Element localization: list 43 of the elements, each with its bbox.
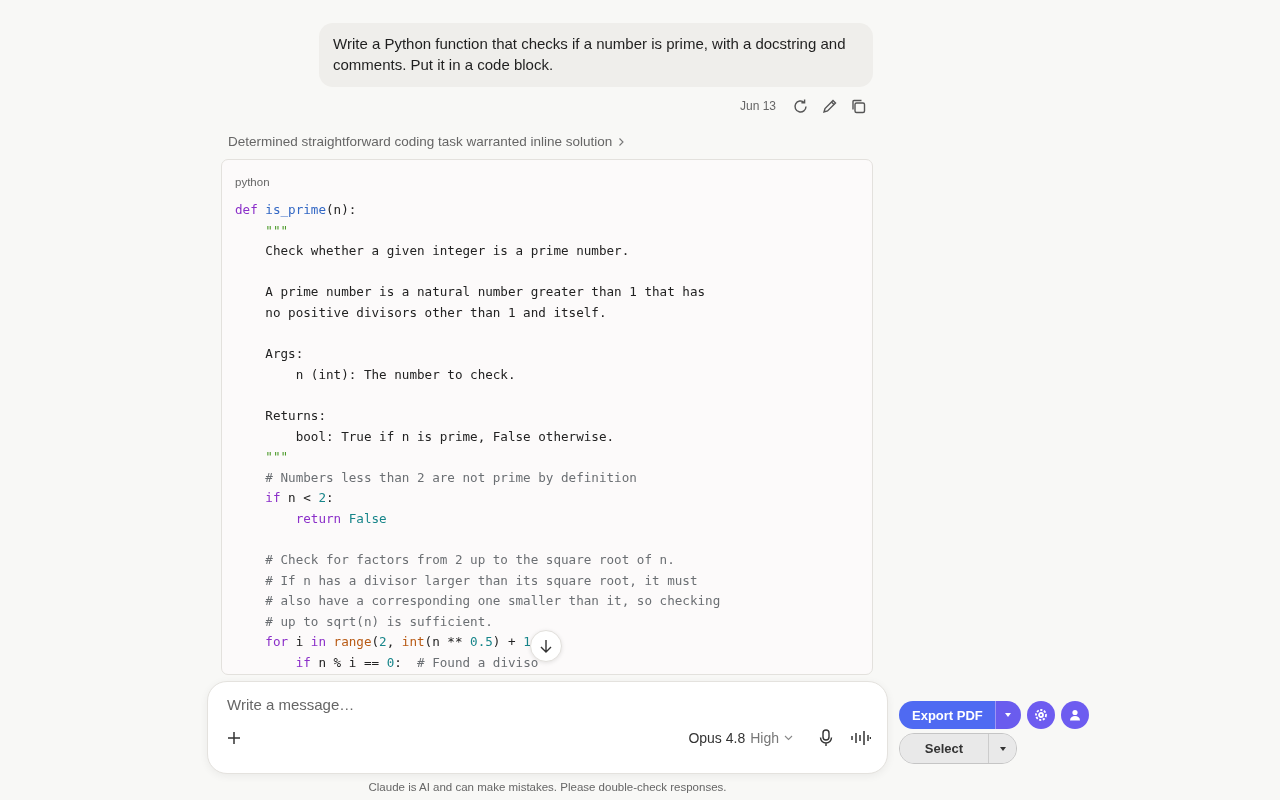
settings-button[interactable]: [1026, 701, 1055, 729]
voice-icon[interactable]: [851, 730, 871, 746]
microphone-icon[interactable]: [819, 729, 833, 747]
code-line: """: [264, 222, 289, 238]
code-line: if n < 2:: [264, 490, 334, 506]
retry-icon[interactable]: [792, 97, 809, 115]
arrow-down-icon: [540, 639, 552, 653]
code-line: # also have a corresponding one smaller than it, so checking: [264, 593, 721, 609]
thinking-summary[interactable]: Determined straightforward coding task warranted inline solution: [228, 134, 625, 149]
code-line: Returns:: [264, 407, 326, 423]
code-line: bool: True if n is prime, False otherwise.: [294, 428, 615, 444]
code-line: # up to sqrt(n) is sufficient.: [264, 613, 493, 629]
code-line: # Check for factors from 2 up to the square root of n.: [264, 552, 675, 568]
edit-icon[interactable]: [821, 97, 838, 115]
disclaimer-text: Claude is AI and can make mistakes. Please double-check responses.: [368, 781, 727, 793]
model-selector[interactable]: Opus 4.8 High: [688, 730, 793, 746]
code-line: if n % i == 0: # Found a diviso: [294, 655, 539, 671]
message-date: Jun 13: [739, 99, 776, 113]
chevron-right-icon: [619, 137, 625, 146]
code-line: n (int): The number to check.: [294, 366, 516, 382]
copy-icon[interactable]: [850, 97, 867, 115]
code-line: for i in range(2, int(n ** 0.5) + 1: [264, 634, 531, 650]
caret-icon: [1005, 713, 1012, 717]
chevron-down-icon: [784, 735, 793, 741]
code-line: # Numbers less than 2 are not prime by definition: [264, 469, 637, 485]
code-line: A prime number is a natural number greater than 1 that has: [264, 284, 706, 300]
code-line: no positive divisors other than 1 and itself.: [264, 304, 607, 320]
code-line: # If n has a divisor larger than its square root, it must: [264, 572, 698, 588]
export-pdf-button[interactable]: Export PDF: [899, 701, 995, 729]
add-icon[interactable]: [227, 731, 241, 745]
code-language: python: [235, 176, 270, 188]
code-line: Check whether a given integer is a prime number.: [264, 243, 630, 259]
settings-icon: [1033, 708, 1048, 722]
message-input[interactable]: Write a message…: [227, 696, 871, 713]
caret-icon: [999, 746, 1006, 751]
code-line: Args:: [264, 346, 304, 362]
export-options-button[interactable]: [994, 701, 1021, 729]
code-line: return False: [294, 510, 387, 526]
code-line: """: [264, 449, 289, 465]
user-icon: [1068, 709, 1081, 721]
user-message: Write a Python function that checks if a number is prime, with a docstring and comments. Put it in a code block.: [319, 23, 873, 87]
profile-button[interactable]: [1060, 701, 1089, 729]
code-line: def is_prime(n):: [235, 202, 357, 217]
